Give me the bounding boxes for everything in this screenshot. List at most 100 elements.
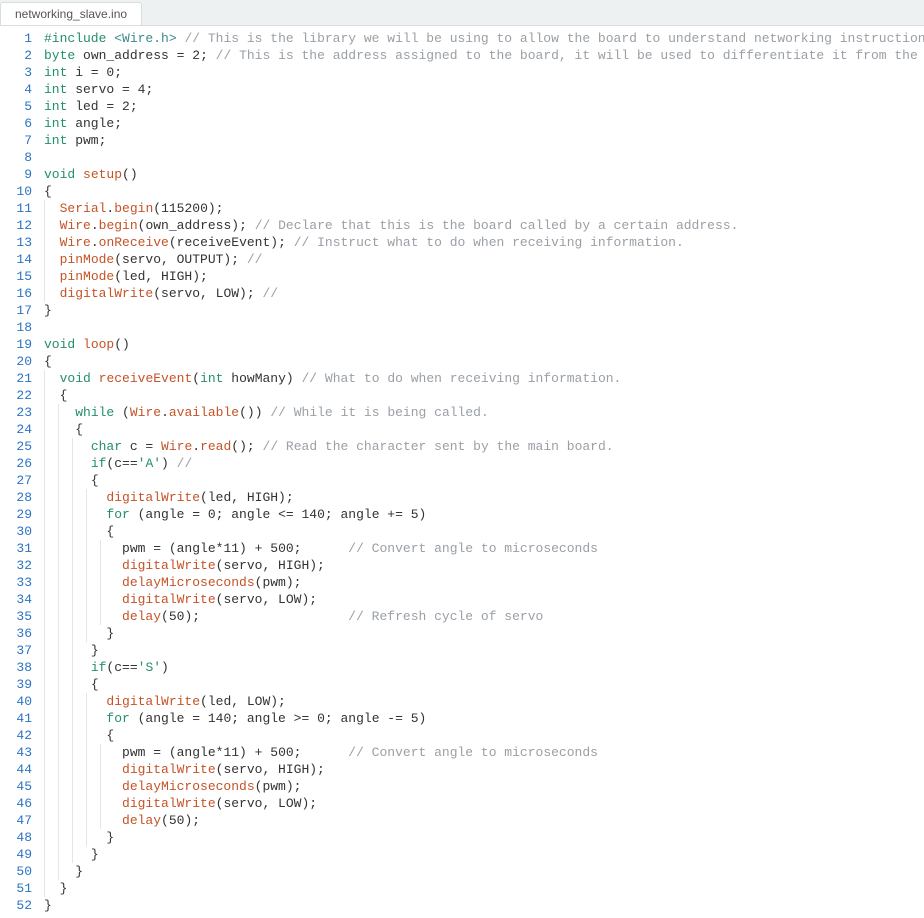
code-line[interactable]: int led = 2; (44, 98, 924, 115)
code-line[interactable]: } (44, 863, 924, 880)
code-area[interactable]: #include <Wire.h> // This is the library… (44, 30, 924, 914)
code-line[interactable]: digitalWrite(servo, HIGH); (44, 557, 924, 574)
line-number: 42 (0, 727, 32, 744)
code-line[interactable]: digitalWrite(servo, HIGH); (44, 761, 924, 778)
code-line[interactable]: digitalWrite(servo, LOW); (44, 795, 924, 812)
line-gutter: 1234567891011121314151617181920212223242… (0, 30, 44, 914)
code-line[interactable] (44, 149, 924, 166)
code-line[interactable]: digitalWrite(led, HIGH); (44, 489, 924, 506)
line-number: 12 (0, 217, 32, 234)
line-number: 19 (0, 336, 32, 353)
code-line[interactable]: { (44, 676, 924, 693)
code-line[interactable]: digitalWrite(led, LOW); (44, 693, 924, 710)
line-number: 37 (0, 642, 32, 659)
line-number: 44 (0, 761, 32, 778)
code-line[interactable]: pinMode(led, HIGH); (44, 268, 924, 285)
code-line[interactable]: int i = 0; (44, 64, 924, 81)
line-number: 29 (0, 506, 32, 523)
line-number: 5 (0, 98, 32, 115)
line-number: 21 (0, 370, 32, 387)
line-number: 14 (0, 251, 32, 268)
line-number: 6 (0, 115, 32, 132)
code-line[interactable]: #include <Wire.h> // This is the library… (44, 30, 924, 47)
code-line[interactable]: { (44, 727, 924, 744)
code-line[interactable]: for (angle = 0; angle <= 140; angle += 5… (44, 506, 924, 523)
tab-active[interactable]: networking_slave.ino (0, 2, 142, 25)
code-line[interactable]: { (44, 387, 924, 404)
code-line[interactable]: void setup() (44, 166, 924, 183)
code-editor[interactable]: 1234567891011121314151617181920212223242… (0, 26, 924, 918)
code-line[interactable]: pwm = (angle*11) + 500; // Convert angle… (44, 744, 924, 761)
code-line[interactable]: if(c=='S') (44, 659, 924, 676)
code-line[interactable]: } (44, 880, 924, 897)
line-number: 43 (0, 744, 32, 761)
line-number: 32 (0, 557, 32, 574)
code-line[interactable]: Wire.begin(own_address); // Declare that… (44, 217, 924, 234)
code-line[interactable]: } (44, 829, 924, 846)
line-number: 52 (0, 897, 32, 914)
code-line[interactable]: int servo = 4; (44, 81, 924, 98)
line-number: 3 (0, 64, 32, 81)
code-line[interactable]: } (44, 846, 924, 863)
line-number: 35 (0, 608, 32, 625)
code-line[interactable]: { (44, 421, 924, 438)
line-number: 25 (0, 438, 32, 455)
line-number: 47 (0, 812, 32, 829)
code-line[interactable]: for (angle = 140; angle >= 0; angle -= 5… (44, 710, 924, 727)
line-number: 11 (0, 200, 32, 217)
line-number: 20 (0, 353, 32, 370)
line-number: 15 (0, 268, 32, 285)
code-line[interactable]: } (44, 302, 924, 319)
line-number: 16 (0, 285, 32, 302)
code-line[interactable]: if(c=='A') // (44, 455, 924, 472)
line-number: 40 (0, 693, 32, 710)
code-line[interactable]: char c = Wire.read(); // Read the charac… (44, 438, 924, 455)
code-line[interactable]: delay(50); // Refresh cycle of servo (44, 608, 924, 625)
line-number: 22 (0, 387, 32, 404)
line-number: 49 (0, 846, 32, 863)
code-line[interactable]: byte own_address = 2; // This is the add… (44, 47, 924, 64)
code-line[interactable]: void loop() (44, 336, 924, 353)
line-number: 4 (0, 81, 32, 98)
code-line[interactable]: Wire.onReceive(receiveEvent); // Instruc… (44, 234, 924, 251)
line-number: 1 (0, 30, 32, 47)
line-number: 2 (0, 47, 32, 64)
tab-bar: networking_slave.ino (0, 0, 924, 26)
line-number: 18 (0, 319, 32, 336)
code-line[interactable]: pwm = (angle*11) + 500; // Convert angle… (44, 540, 924, 557)
code-line[interactable]: pinMode(servo, OUTPUT); // (44, 251, 924, 268)
line-number: 7 (0, 132, 32, 149)
line-number: 38 (0, 659, 32, 676)
line-number: 28 (0, 489, 32, 506)
code-line[interactable] (44, 319, 924, 336)
line-number: 8 (0, 149, 32, 166)
line-number: 27 (0, 472, 32, 489)
code-line[interactable]: delayMicroseconds(pwm); (44, 574, 924, 591)
code-line[interactable]: void receiveEvent(int howMany) // What t… (44, 370, 924, 387)
code-line[interactable]: int angle; (44, 115, 924, 132)
code-line[interactable]: while (Wire.available()) // While it is … (44, 404, 924, 421)
code-line[interactable]: { (44, 353, 924, 370)
line-number: 31 (0, 540, 32, 557)
code-line[interactable]: { (44, 472, 924, 489)
code-line[interactable]: digitalWrite(servo, LOW); (44, 591, 924, 608)
line-number: 39 (0, 676, 32, 693)
code-line[interactable]: int pwm; (44, 132, 924, 149)
code-line[interactable]: } (44, 642, 924, 659)
line-number: 33 (0, 574, 32, 591)
line-number: 51 (0, 880, 32, 897)
line-number: 13 (0, 234, 32, 251)
line-number: 23 (0, 404, 32, 421)
code-line[interactable]: delay(50); (44, 812, 924, 829)
code-line[interactable]: delayMicroseconds(pwm); (44, 778, 924, 795)
line-number: 41 (0, 710, 32, 727)
line-number: 45 (0, 778, 32, 795)
code-line[interactable]: } (44, 625, 924, 642)
code-line[interactable]: } (44, 897, 924, 914)
code-line[interactable]: { (44, 183, 924, 200)
code-line[interactable]: digitalWrite(servo, LOW); // (44, 285, 924, 302)
line-number: 50 (0, 863, 32, 880)
code-line[interactable]: Serial.begin(115200); (44, 200, 924, 217)
line-number: 17 (0, 302, 32, 319)
code-line[interactable]: { (44, 523, 924, 540)
